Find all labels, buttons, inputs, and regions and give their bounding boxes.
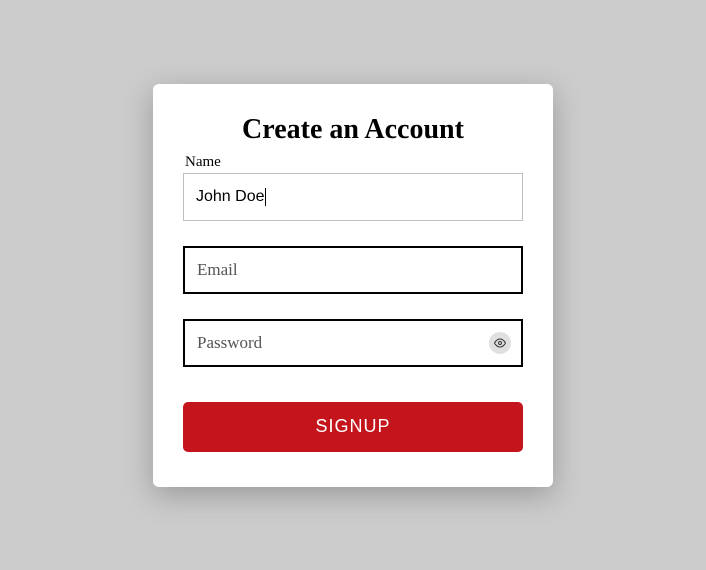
email-input[interactable]: Email [183,246,523,294]
page-title: Create an Account [183,114,523,146]
email-field-group: Email [183,246,523,294]
signup-card: Create an Account Name John Doe Email Pa… [153,84,553,487]
email-placeholder: Email [197,260,238,280]
name-label: Name [185,154,523,171]
name-input[interactable]: John Doe [183,173,523,221]
password-field-group: Password [183,319,523,367]
password-input[interactable]: Password [183,319,523,367]
signup-button[interactable]: SIGNUP [183,402,523,452]
name-field-group: Name John Doe [183,154,523,221]
toggle-password-visibility[interactable] [489,332,511,354]
eye-icon [494,337,506,349]
password-placeholder: Password [197,333,262,353]
text-cursor [265,188,266,206]
name-input-value: John Doe [196,188,265,206]
